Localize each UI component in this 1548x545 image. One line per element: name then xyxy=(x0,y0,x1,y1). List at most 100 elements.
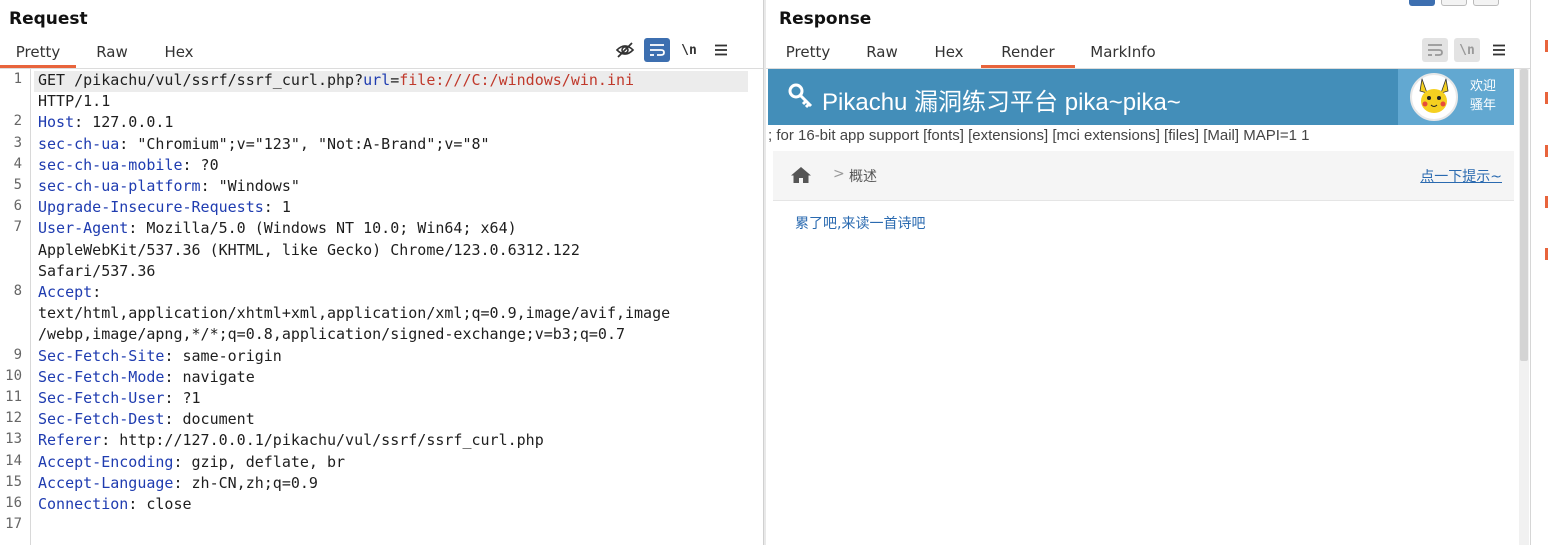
layout-horizontal-button[interactable] xyxy=(1441,0,1467,6)
line-number: 7 xyxy=(13,219,22,236)
response-pane: Response Pretty Raw Hex Render MarkInfo … xyxy=(766,0,1548,545)
code-text: Sec-Fetch-Mode: navigate xyxy=(38,368,255,386)
line-number: 12 xyxy=(5,410,22,427)
line-number: 8 xyxy=(13,283,22,299)
code-text: Safari/537.36 xyxy=(38,262,155,280)
newline-toggle-button[interactable]: \n xyxy=(676,38,702,62)
tab-hex[interactable]: Hex xyxy=(917,38,981,66)
code-fragment: : zh-CN,zh;q=0.9 xyxy=(173,473,318,492)
request-tabs: Pretty Raw Hex xyxy=(0,38,210,68)
request-toolbar: \n xyxy=(612,38,734,62)
poem-link[interactable]: 累了吧,来读一首诗吧 xyxy=(795,213,925,233)
side-strip xyxy=(1530,0,1548,545)
tab-pretty[interactable]: Pretty xyxy=(0,38,76,68)
code-line: 10 Sec-Fetch-Mode: navigate xyxy=(0,368,763,389)
site-title: Pikachu 漏洞练习平台 pika~pika~ xyxy=(822,89,1181,116)
line-number: 4 xyxy=(13,155,22,172)
site-title-row[interactable]: Pikachu 漏洞练习平台 pika~pika~ xyxy=(788,82,1181,117)
code-line: Safari/537.36 xyxy=(0,262,763,283)
layout-toggle-group xyxy=(1409,0,1499,6)
layout-vertical-button[interactable] xyxy=(1473,0,1499,6)
tab-markinfo[interactable]: MarkInfo xyxy=(1075,38,1171,66)
response-tabs: Pretty Raw Hex Render MarkInfo xyxy=(769,38,1171,68)
query-value: file:///C:/windows/win.ini xyxy=(399,71,635,89)
header-name: Connection xyxy=(38,495,129,513)
code-line: 9 Sec-Fetch-Site: same-origin xyxy=(0,347,763,368)
line-number: 13 xyxy=(5,431,22,448)
code-text: User-Agent: Mozilla/5.0 (Windows NT 10.0… xyxy=(38,219,517,237)
code-fragment: : same-origin xyxy=(164,346,282,365)
code-fragment: Safari/537.36 xyxy=(38,261,156,280)
hint-link[interactable]: 点一下提示~ xyxy=(1420,166,1502,186)
code-text: Accept-Language: zh-CN,zh;q=0.9 xyxy=(38,474,318,492)
hamburger-menu-icon[interactable] xyxy=(1486,38,1512,62)
code-text: Accept: xyxy=(38,283,101,301)
code-text: sec-ch-ua-mobile: ?0 xyxy=(38,156,219,174)
site-header: Pikachu 漏洞练习平台 pika~pika~ 欢迎 骚年 xyxy=(768,69,1514,125)
header-name: Accept-Language xyxy=(38,473,174,492)
layout-split-button[interactable] xyxy=(1409,0,1435,6)
code-fragment: : document xyxy=(164,410,255,429)
code-text: Upgrade-Insecure-Requests: 1 xyxy=(38,198,291,216)
newline-toggle-button[interactable]: \n xyxy=(1454,38,1480,62)
welcome-line-2: 骚年 xyxy=(1470,98,1497,113)
code-fragment: : Mozilla/5.0 (Windows NT 10.0; Win64; x… xyxy=(128,219,517,238)
header-name: Sec-Fetch-User xyxy=(38,389,165,407)
render-scrollbar[interactable] xyxy=(1519,69,1529,545)
line-number: 1 xyxy=(13,71,22,87)
code-line: 6 Upgrade-Insecure-Requests: 1 xyxy=(0,198,763,219)
breadcrumb-current: 概述 xyxy=(849,169,877,185)
code-fragment: : http://127.0.0.1/pikachu/vul/ssrf/ssrf… xyxy=(101,431,544,450)
wrap-lines-icon[interactable] xyxy=(644,38,670,62)
code-text: AppleWebKit/537.36 (KHTML, like Gecko) C… xyxy=(38,241,580,259)
wrap-lines-icon[interactable] xyxy=(1422,38,1448,62)
code-fragment: : ?0 xyxy=(182,155,219,174)
header-name: Sec-Fetch-Site xyxy=(38,346,165,365)
user-menu[interactable]: 欢迎 骚年 xyxy=(1398,69,1514,125)
header-name: Accept xyxy=(38,283,93,301)
line-number: 3 xyxy=(13,134,22,151)
code-line: /webp,image/apng,*/*;q=0.8,application/s… xyxy=(0,325,763,346)
code-fragment: : navigate xyxy=(164,367,255,386)
response-toolbar: \n xyxy=(1422,38,1512,62)
home-icon[interactable] xyxy=(790,166,812,188)
code-text: Sec-Fetch-Dest: document xyxy=(38,410,255,428)
line-number: 10 xyxy=(5,367,22,384)
line-number: 15 xyxy=(5,473,22,490)
code-fragment: : gzip, deflate, br xyxy=(173,452,346,471)
code-fragment: GET /pikachu/vul/ssrf/ssrf_curl.php? xyxy=(38,71,364,89)
response-title: Response xyxy=(779,9,872,29)
eye-slash-icon[interactable] xyxy=(612,38,638,62)
code-fragment: : "Chromium";v="123", "Not:A-Brand";v="8… xyxy=(119,134,490,153)
code-line: 17 xyxy=(0,516,763,537)
code-fragment: = xyxy=(390,71,400,89)
query-key: url xyxy=(363,71,391,89)
code-fragment: text/html,application/xhtml+xml,applicat… xyxy=(38,304,671,323)
request-title: Request xyxy=(9,9,88,29)
code-line: 2 Host: 127.0.0.1 xyxy=(0,113,763,134)
code-line: 14 Accept-Encoding: gzip, deflate, br xyxy=(0,453,763,474)
header-name: Upgrade-Insecure-Requests xyxy=(38,198,264,217)
tab-raw[interactable]: Raw xyxy=(76,38,148,66)
code-text: Connection: close xyxy=(38,495,192,513)
tab-hex[interactable]: Hex xyxy=(148,38,210,66)
tab-raw[interactable]: Raw xyxy=(847,38,917,66)
newline-label: \n xyxy=(1459,42,1475,58)
code-fragment: : xyxy=(92,283,102,301)
code-line: 4 sec-ch-ua-mobile: ?0 xyxy=(0,156,763,177)
tab-render[interactable]: Render xyxy=(981,38,1075,68)
tab-pretty[interactable]: Pretty xyxy=(769,38,847,66)
code-text: Host: 127.0.0.1 xyxy=(38,113,173,131)
code-text: Accept-Encoding: gzip, deflate, br xyxy=(38,453,345,471)
code-fragment: : ?1 xyxy=(164,389,201,407)
line-number: 6 xyxy=(13,198,22,215)
line-number: 17 xyxy=(5,516,22,533)
code-line: 8 Accept: xyxy=(0,283,763,304)
code-line: 7 User-Agent: Mozilla/5.0 (Windows NT 10.… xyxy=(0,219,763,240)
line-number: 9 xyxy=(13,346,22,363)
hamburger-menu-icon[interactable] xyxy=(708,38,734,62)
code-line: 12 Sec-Fetch-Dest: document xyxy=(0,410,763,431)
scrollbar-thumb[interactable] xyxy=(1520,69,1528,361)
request-editor[interactable]: 1 GET /pikachu/vul/ssrf/ssrf_curl.php?url… xyxy=(0,69,763,545)
code-fragment: : 1 xyxy=(263,198,291,217)
